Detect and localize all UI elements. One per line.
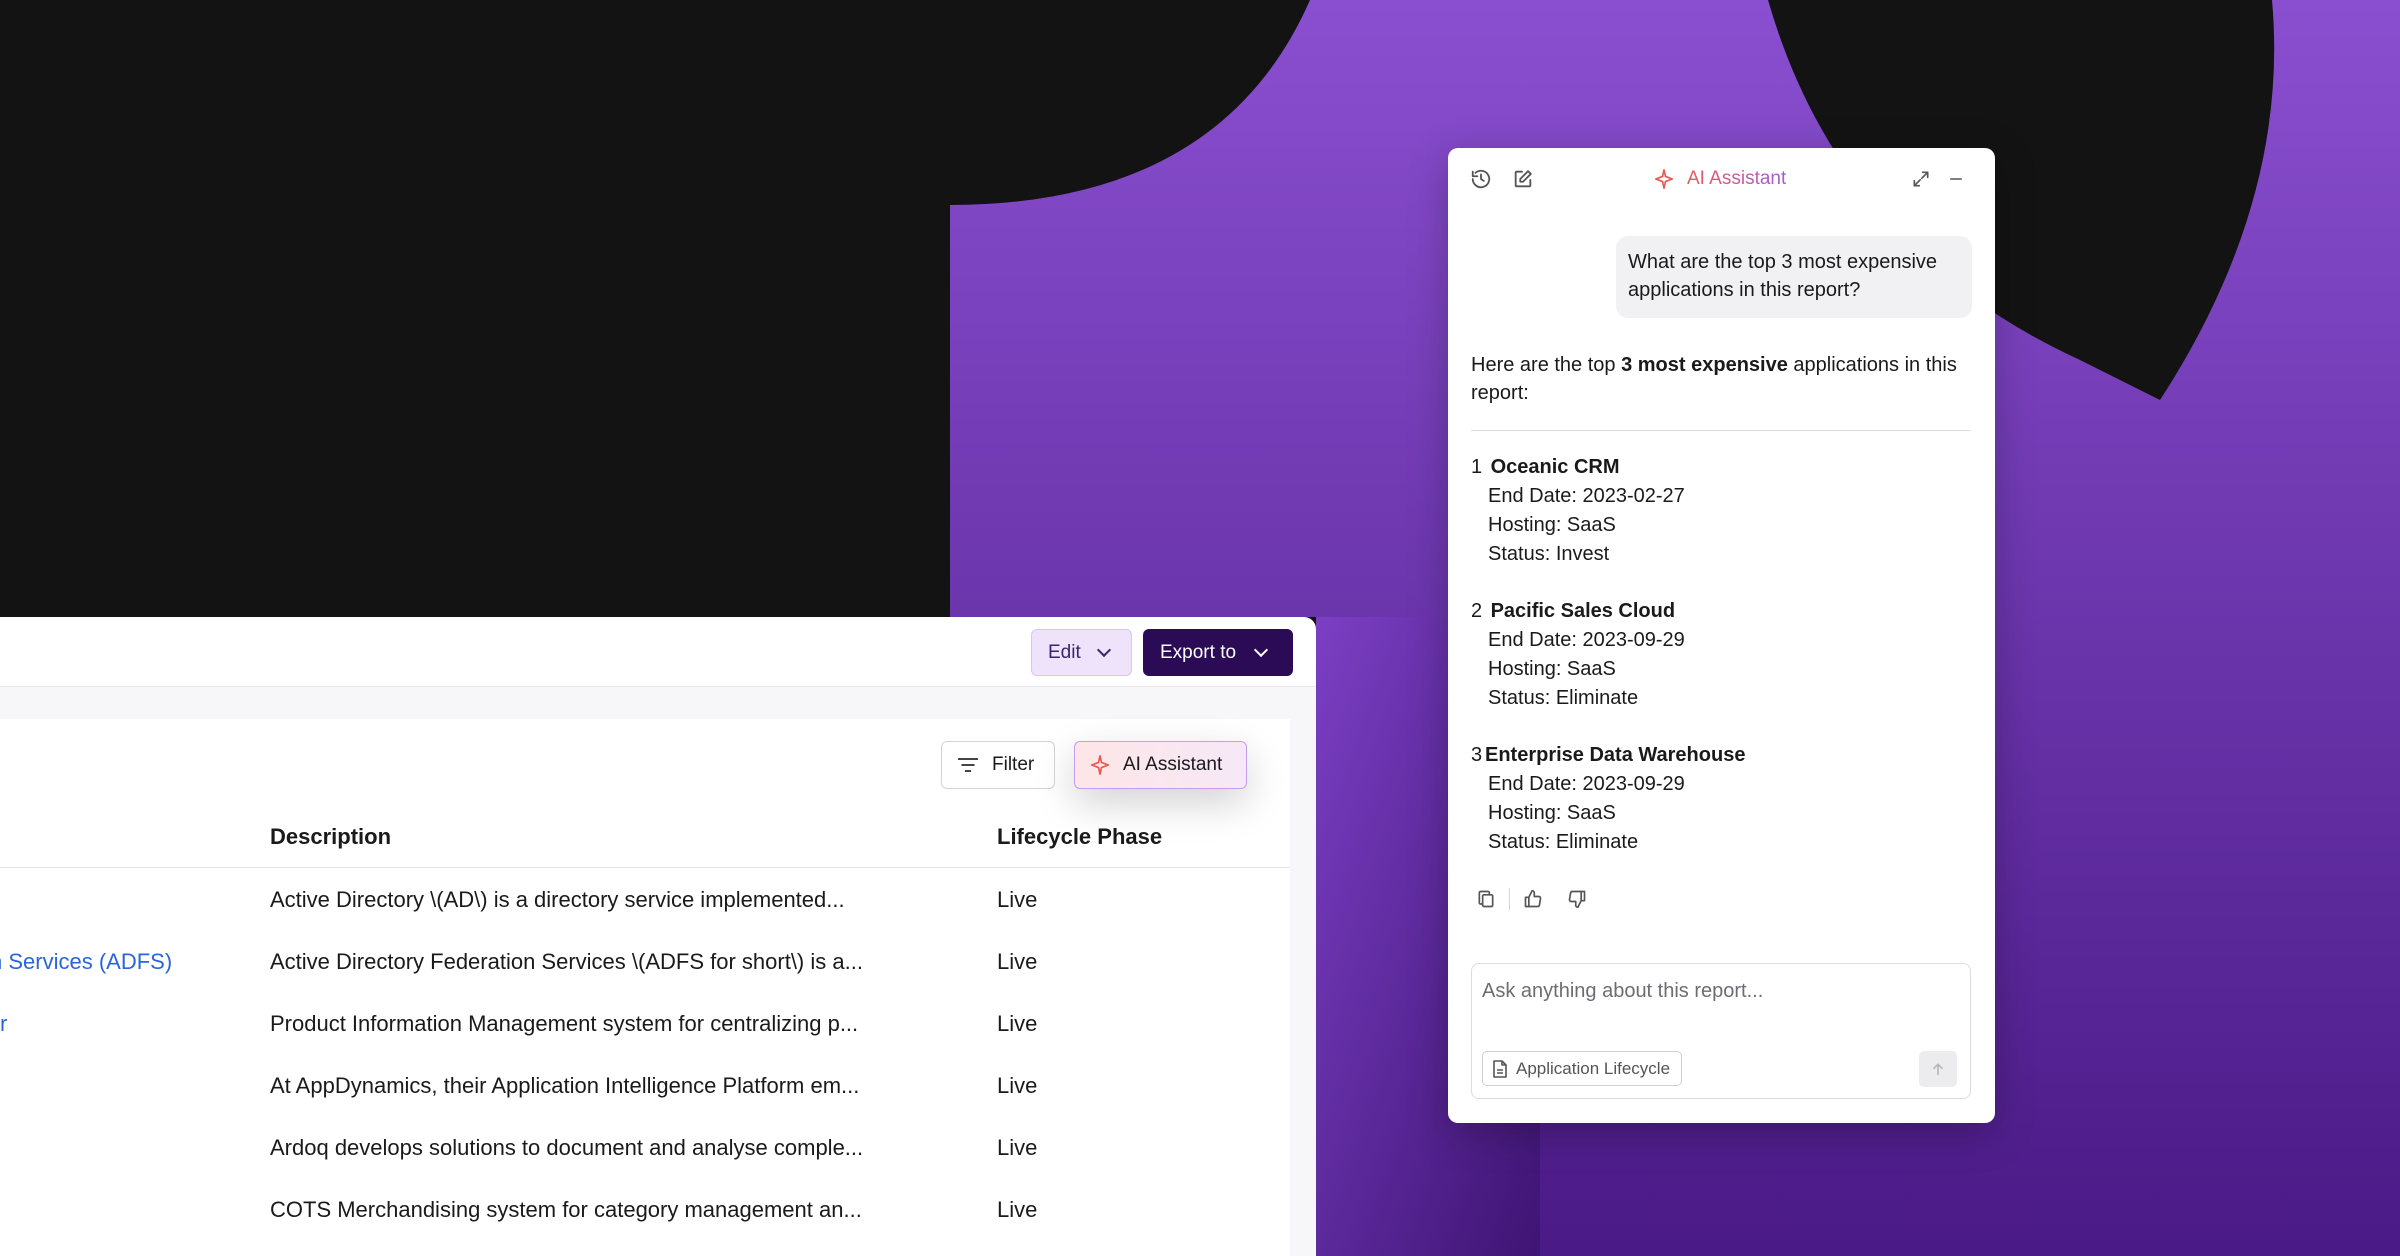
row-phase: Live [997,1073,1038,1098]
context-chip-label: Application Lifecycle [1516,1058,1671,1078]
ask-input[interactable] [1482,976,1952,1006]
table-row[interactable]: Ardoq develops solutions to document and… [0,1135,1290,1197]
result-item: 1 Oceanic CRM End Date: 2023-02-27 Hosti… [1471,453,1971,569]
minimize-icon[interactable] [1943,166,1969,192]
row-description: Ardoq develops solutions to document and… [270,1135,864,1160]
thumbs-up-icon[interactable] [1520,886,1546,912]
result-end-date: End Date: 2023-02-27 [1488,485,1685,507]
result-hosting: Hosting: SaaS [1488,802,1616,824]
arrow-up-icon [1933,1063,1943,1076]
row-description: Active Directory \(AD\) is a directory s… [270,887,845,912]
column-header-lifecycle[interactable]: Lifecycle Phase [997,824,1162,850]
export-label: Export to [1160,641,1237,663]
result-name: Oceanic CRM [1490,456,1620,478]
result-end-date: End Date: 2023-09-29 [1488,629,1685,651]
report-card: Edit Export to Filter AI Assistant Descr… [0,617,1316,1256]
copy-icon[interactable] [1473,886,1499,912]
panel-title-text: AI Assistant [1687,168,1787,189]
row-phase: Live [997,1011,1038,1036]
edit-button[interactable]: Edit [1031,629,1132,676]
report-toolbar: Edit Export to [0,617,1316,687]
result-name: Enterprise Data Warehouse [1485,744,1746,766]
edit-label: Edit [1048,641,1081,663]
result-hosting: Hosting: SaaS [1488,658,1616,680]
context-chip[interactable]: Application Lifecycle [1482,1051,1683,1086]
row-description: Product Information Management system fo… [270,1011,859,1036]
history-icon[interactable] [1468,166,1494,192]
user-message: What are the top 3 most expensive applic… [1616,236,1972,318]
reply-bold: 3 most expensive [1621,354,1788,376]
result-status: Status: Eliminate [1488,687,1639,709]
row-phase: Live [997,1197,1038,1222]
table-row[interactable]: COTS Merchandising system for category m… [0,1197,1290,1256]
ai-assistant-button[interactable]: AI Assistant [1074,741,1247,789]
row-phase: Live [997,949,1038,974]
report-scroll-gutter [1290,687,1316,1256]
document-icon [1493,1059,1507,1078]
row-description: COTS Merchandising system for category m… [270,1197,862,1222]
ai-assistant-label: AI Assistant [1123,754,1223,775]
result-status: Status: Invest [1488,543,1610,565]
sparkle-icon [1654,169,1674,189]
sparkle-icon [1090,755,1110,775]
reply-intro: Here are the top 3 most expensive applic… [1471,351,1971,407]
row-description: Active Directory Federation Services \(A… [270,949,863,974]
table-header-divider [0,867,1290,868]
table-row[interactable]: r Product Information Management system … [0,1011,1290,1073]
result-item: 3 Enterprise Data Warehouse End Date: 202… [1471,741,1971,857]
chevron-down-icon [1096,642,1111,658]
ai-assistant-panel: AI Assistant What are the top 3 most exp… [1448,148,1995,1123]
row-name-link[interactable]: n Services (ADFS) [0,949,172,975]
reply-actions [1473,886,1590,912]
result-item: 2 Pacific Sales Cloud End Date: 2023-09-… [1471,597,1971,713]
row-description: At AppDynamics, their Application Intell… [270,1073,860,1098]
result-name: Pacific Sales Cloud [1490,600,1676,622]
table-row[interactable]: Active Directory \(AD\) is a directory s… [0,887,1290,949]
table-row[interactable]: n Services (ADFS) Active Directory Feder… [0,949,1290,1011]
filter-icon [958,758,978,772]
thumbs-down-icon[interactable] [1564,886,1590,912]
expand-icon[interactable] [1908,166,1934,192]
result-number: 3 [1471,744,1483,766]
ask-box: Application Lifecycle [1471,963,1971,1099]
filter-button[interactable]: Filter [941,741,1055,789]
panel-title: AI Assistant [1653,168,1786,190]
result-number: 1 [1471,456,1483,478]
new-chat-icon[interactable] [1510,166,1536,192]
reply-divider [1471,430,1971,431]
filter-label: Filter [992,754,1035,775]
result-hosting: Hosting: SaaS [1488,514,1616,536]
report-gutter [0,687,1290,719]
row-phase: Live [997,887,1038,912]
result-status: Status: Eliminate [1488,831,1639,853]
result-number: 2 [1471,600,1483,622]
table-row[interactable]: At AppDynamics, their Application Intell… [0,1073,1290,1135]
row-name-link[interactable]: r [0,1011,7,1037]
chevron-down-icon [1253,642,1269,658]
send-button[interactable] [1919,1051,1957,1087]
export-button[interactable]: Export to [1143,629,1293,676]
reply-prefix: Here are the top [1471,354,1622,376]
column-header-description[interactable]: Description [270,824,391,850]
result-end-date: End Date: 2023-09-29 [1488,773,1685,795]
action-separator [1509,888,1510,910]
row-phase: Live [997,1135,1038,1160]
